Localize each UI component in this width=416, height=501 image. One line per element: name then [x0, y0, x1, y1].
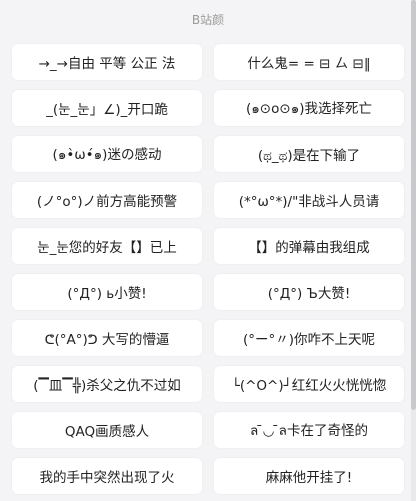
scrollbar-thumb[interactable]: [411, 0, 416, 410]
emoticon-item[interactable]: (°Д°) ь小赞!: [12, 274, 202, 310]
emoticon-item[interactable]: (ノ°ο°)ノ前方高能预警: [12, 182, 202, 218]
emoticon-item[interactable]: (°ー°〃)你咋不上天呢: [214, 320, 404, 356]
emoticon-item[interactable]: (°Д°) Ъ大赞!: [214, 274, 404, 310]
emoticon-item[interactable]: ᕦ(°A°)ᕤ 大写的懵逼: [12, 320, 202, 356]
emoticon-item[interactable]: └(^O^)┘红红火火恍恍惚: [214, 366, 404, 402]
emoticon-item[interactable]: 눈_눈您的好友【】已上: [12, 228, 202, 264]
emoticon-item[interactable]: 【】的弹幕由我组成: [214, 228, 404, 264]
emoticon-item[interactable]: QAQ画质感人: [12, 412, 202, 448]
emoticon-item[interactable]: 什么鬼= = ⊟ ㄙ ⊟‖: [214, 44, 404, 80]
emoticon-item[interactable]: 麻麻他开挂了!: [214, 458, 404, 494]
page-title: B站颜: [191, 13, 225, 27]
emoticon-item[interactable]: →_→自由 平等 公正 法: [12, 44, 202, 80]
emoticon-item[interactable]: 我的手中突然出现了火: [12, 458, 202, 494]
emoticon-item[interactable]: (ಥ_ಥ)是在下输了: [214, 136, 404, 172]
emoticon-item[interactable]: ล ̄◡ ̄ล卡在了奇怪的: [214, 412, 404, 448]
emoticon-item[interactable]: (▔皿▔╬)杀父之仇不过如: [12, 366, 202, 402]
emoticon-item[interactable]: (*°ω°*)/"非战斗人员请: [214, 182, 404, 218]
scrollbar[interactable]: [411, 0, 416, 501]
emoticon-item[interactable]: (๑⊙o⊙๑)我选择死亡: [214, 90, 404, 126]
emoticon-grid: →_→自由 平等 公正 法 什么鬼= = ⊟ ㄙ ⊟‖ _(눈_눈」∠)_开口跪…: [12, 44, 404, 494]
emoticon-item[interactable]: _(눈_눈」∠)_开口跪: [12, 90, 202, 126]
emoticon-item[interactable]: (๑•̀ω•́๑)迷の感动: [12, 136, 202, 172]
emoticon-page: B站颜 →_→自由 平等 公正 法 什么鬼= = ⊟ ㄙ ⊟‖ _(눈_눈」∠)…: [0, 0, 416, 501]
